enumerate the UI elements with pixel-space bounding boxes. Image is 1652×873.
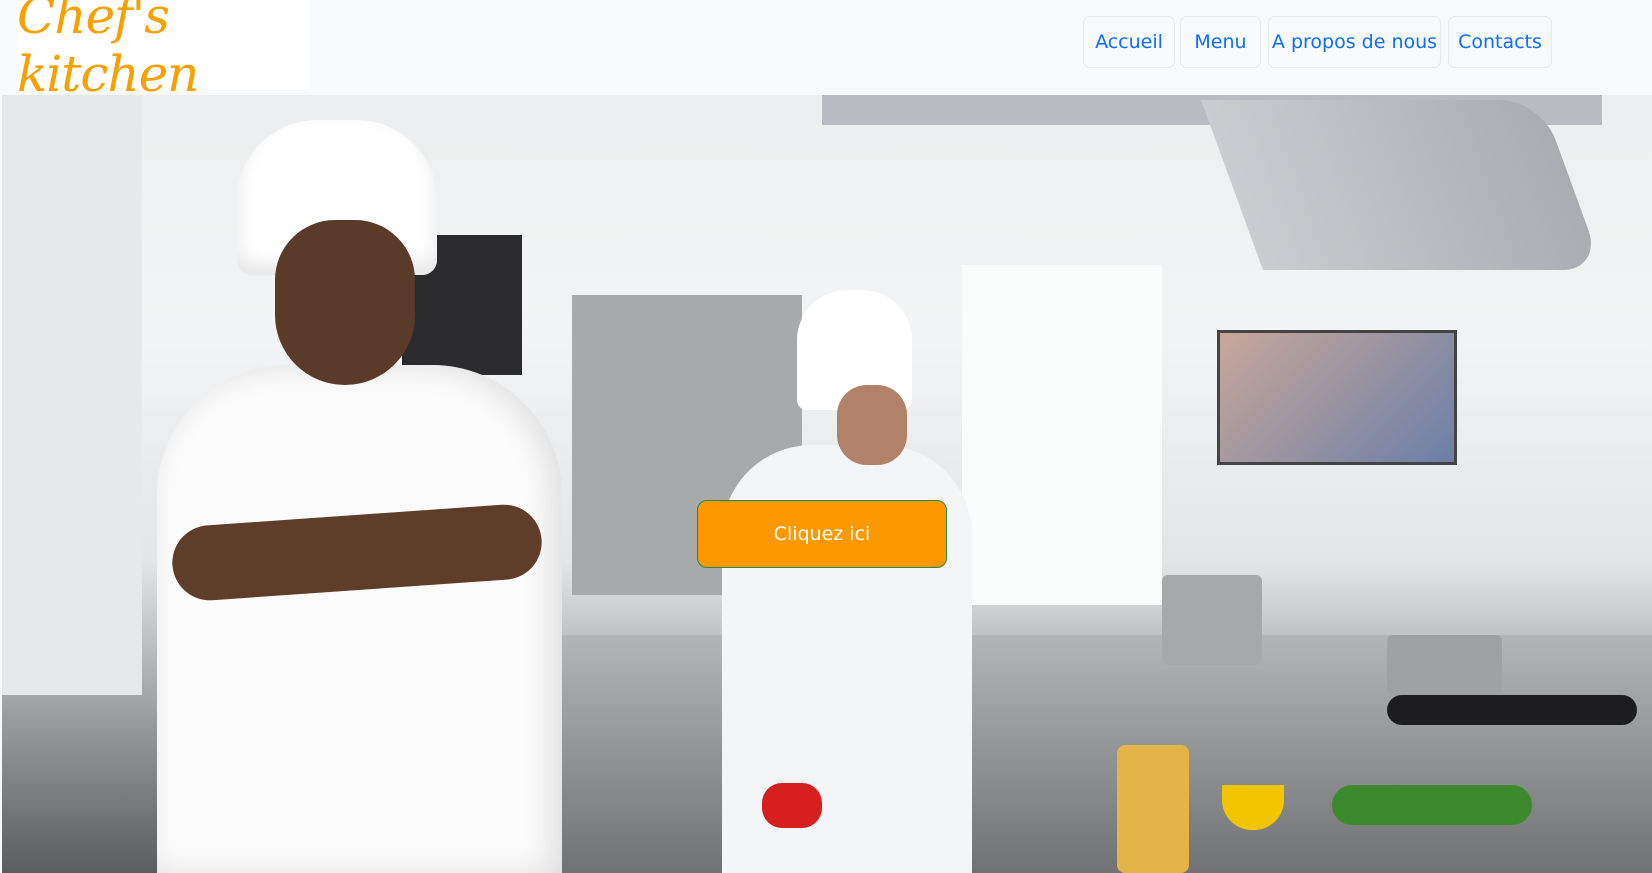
pan bbox=[1387, 695, 1637, 725]
tv-screen bbox=[1217, 330, 1457, 465]
window bbox=[962, 265, 1162, 605]
pot bbox=[1387, 635, 1502, 695]
hero-image bbox=[2, 95, 1652, 873]
nav-a-propos[interactable]: A propos de nous bbox=[1268, 16, 1441, 68]
pepper bbox=[762, 783, 822, 828]
navbar: Chef's kitchen Accueil Menu A propos de … bbox=[0, 0, 1652, 103]
kitchen-wall bbox=[2, 95, 142, 695]
nav-menu[interactable]: Menu bbox=[1180, 16, 1261, 68]
herbs bbox=[1332, 785, 1532, 825]
pasta-jar bbox=[1117, 745, 1189, 873]
nav-accueil[interactable]: Accueil bbox=[1083, 16, 1175, 68]
chef-foreground bbox=[157, 365, 562, 873]
nav-contacts[interactable]: Contacts bbox=[1448, 16, 1552, 68]
cta-button[interactable]: Cliquez ici bbox=[697, 500, 947, 568]
stock-pot bbox=[1162, 575, 1262, 665]
chef-face-foreground bbox=[275, 220, 415, 385]
chef-face-background bbox=[837, 385, 907, 465]
logo-text: Chef's kitchen bbox=[17, 0, 199, 103]
logo[interactable]: Chef's kitchen bbox=[17, 0, 309, 103]
ventilation-duct bbox=[1201, 100, 1603, 270]
